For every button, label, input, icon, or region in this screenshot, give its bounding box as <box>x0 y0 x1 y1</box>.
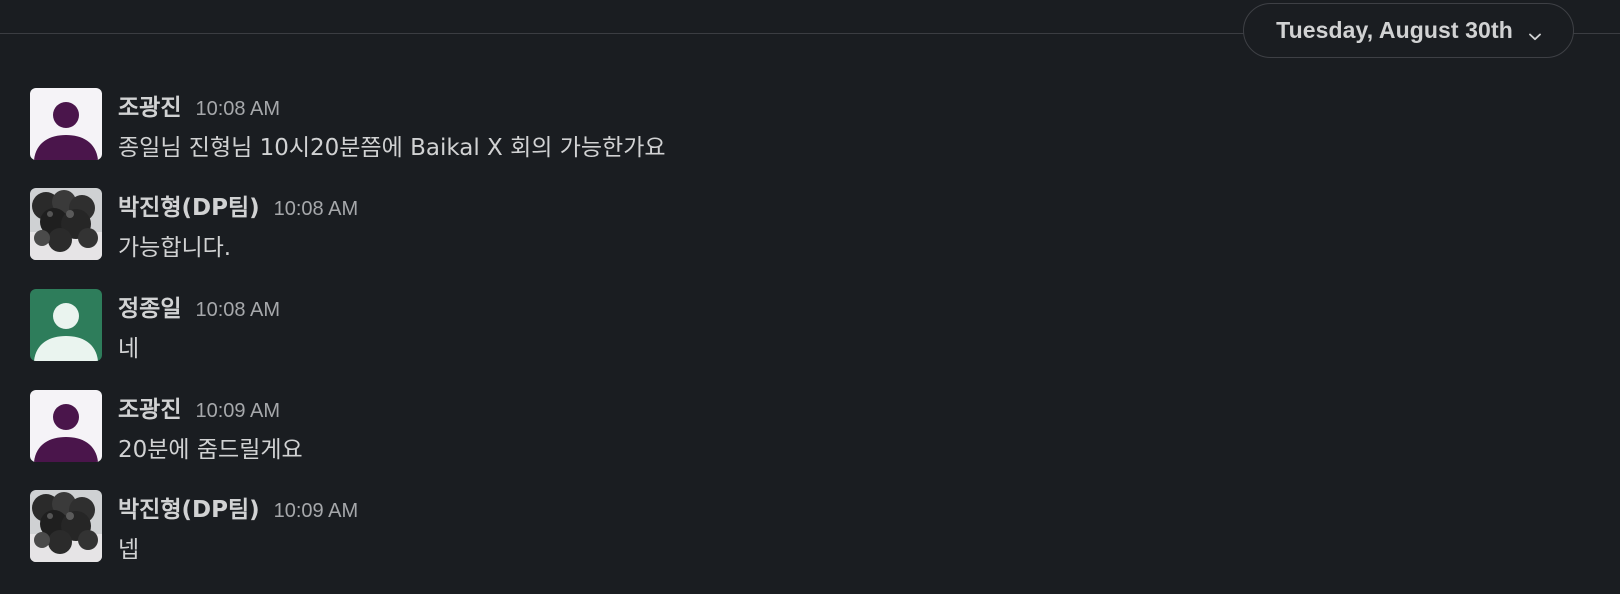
message-item: 정종일 10:08 AM 네 <box>30 289 1620 369</box>
sender-name[interactable]: 조광진 <box>118 390 181 424</box>
message-item: 조광진 10:09 AM 20분에 줌드릴게요 <box>30 390 1620 470</box>
message-body: 정종일 10:08 AM 네 <box>118 289 1620 363</box>
message-text: 20분에 줌드릴게요 <box>118 437 303 463</box>
message-timestamp[interactable]: 10:08 AM <box>274 198 359 221</box>
photo-avatar-icon <box>30 490 102 562</box>
avatar[interactable] <box>30 188 102 260</box>
message-item: 박진형(DP팀) 10:09 AM 넵 <box>30 490 1620 570</box>
message-item: 조광진 10:08 AM 종일님 진형님 10시20분쯤에 Baikal X 회… <box>30 88 1620 168</box>
photo-avatar-icon <box>30 188 102 260</box>
sender-name[interactable]: 조광진 <box>118 88 181 122</box>
date-label: Tuesday, August 30th <box>1276 17 1513 43</box>
message-timestamp[interactable]: 10:08 AM <box>195 98 280 121</box>
sender-name[interactable]: 박진형(DP팀) <box>118 188 260 222</box>
message-text: 네 <box>118 336 140 362</box>
message-body: 조광진 10:09 AM 20분에 줌드릴게요 <box>118 390 1620 464</box>
message-body: 박진형(DP팀) 10:08 AM 가능합니다. <box>118 188 1620 262</box>
message-item: 박진형(DP팀) 10:08 AM 가능합니다. <box>30 188 1620 268</box>
avatar[interactable] <box>30 490 102 562</box>
sender-name[interactable]: 박진형(DP팀) <box>118 490 260 524</box>
date-jump-button[interactable]: Tuesday, August 30th <box>1243 3 1574 58</box>
message-header: 박진형(DP팀) 10:08 AM <box>118 188 1620 222</box>
message-timestamp[interactable]: 10:08 AM <box>195 299 280 322</box>
message-text: 종일님 진형님 10시20분쯤에 Baikal X 회의 가능한가요 <box>118 135 666 161</box>
message-header: 조광진 10:09 AM <box>118 390 1620 424</box>
message-header: 박진형(DP팀) 10:09 AM <box>118 490 1620 524</box>
message-timestamp[interactable]: 10:09 AM <box>274 500 359 523</box>
message-body: 조광진 10:08 AM 종일님 진형님 10시20분쯤에 Baikal X 회… <box>118 88 1620 162</box>
avatar[interactable] <box>30 390 102 462</box>
message-timestamp[interactable]: 10:09 AM <box>195 400 280 423</box>
avatar[interactable] <box>30 289 102 361</box>
sender-name[interactable]: 정종일 <box>118 289 181 323</box>
message-header: 조광진 10:08 AM <box>118 88 1620 122</box>
default-avatar-green-icon <box>30 289 102 361</box>
message-body: 박진형(DP팀) 10:09 AM 넵 <box>118 490 1620 564</box>
avatar[interactable] <box>30 88 102 160</box>
chevron-down-icon <box>1528 28 1541 40</box>
default-avatar-purple-icon <box>30 390 102 462</box>
message-text: 넵 <box>118 537 140 563</box>
message-text: 가능합니다. <box>118 235 232 261</box>
default-avatar-purple-icon <box>30 88 102 160</box>
message-header: 정종일 10:08 AM <box>118 289 1620 323</box>
